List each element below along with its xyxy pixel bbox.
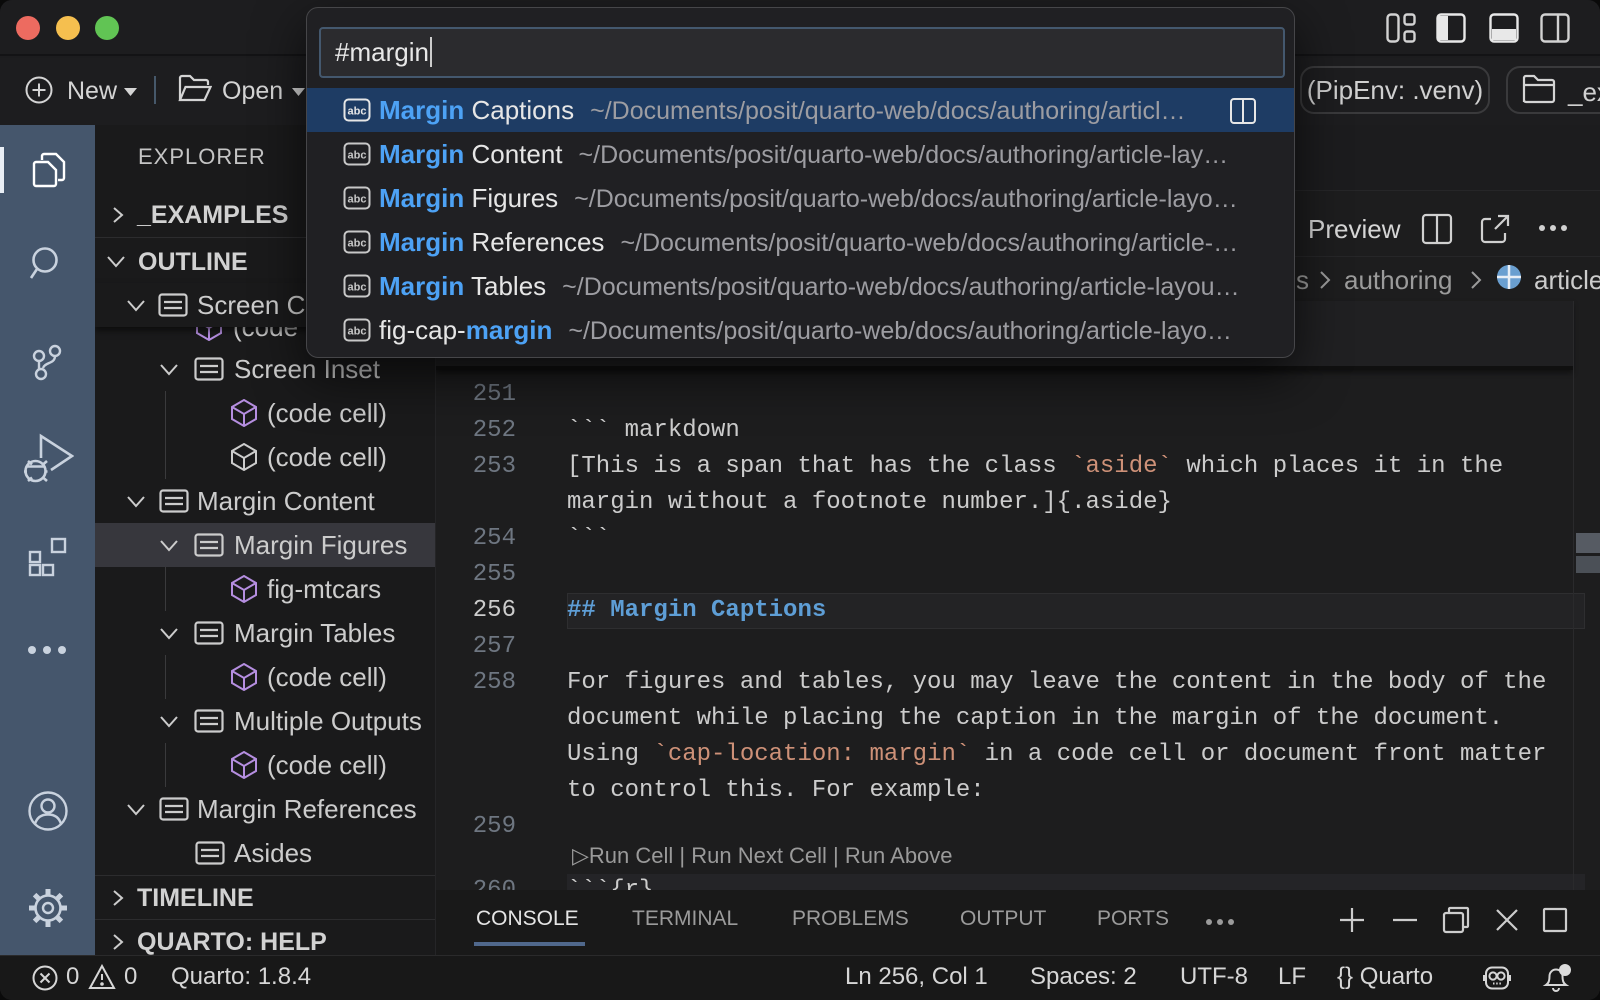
svg-text:abc: abc [348,194,367,206]
svg-text:abc: abc [348,150,367,162]
svg-text:abc: abc [348,238,367,250]
svg-text:abc: abc [348,282,367,294]
svg-text:abc: abc [348,106,367,118]
svg-text:abc: abc [348,326,367,338]
